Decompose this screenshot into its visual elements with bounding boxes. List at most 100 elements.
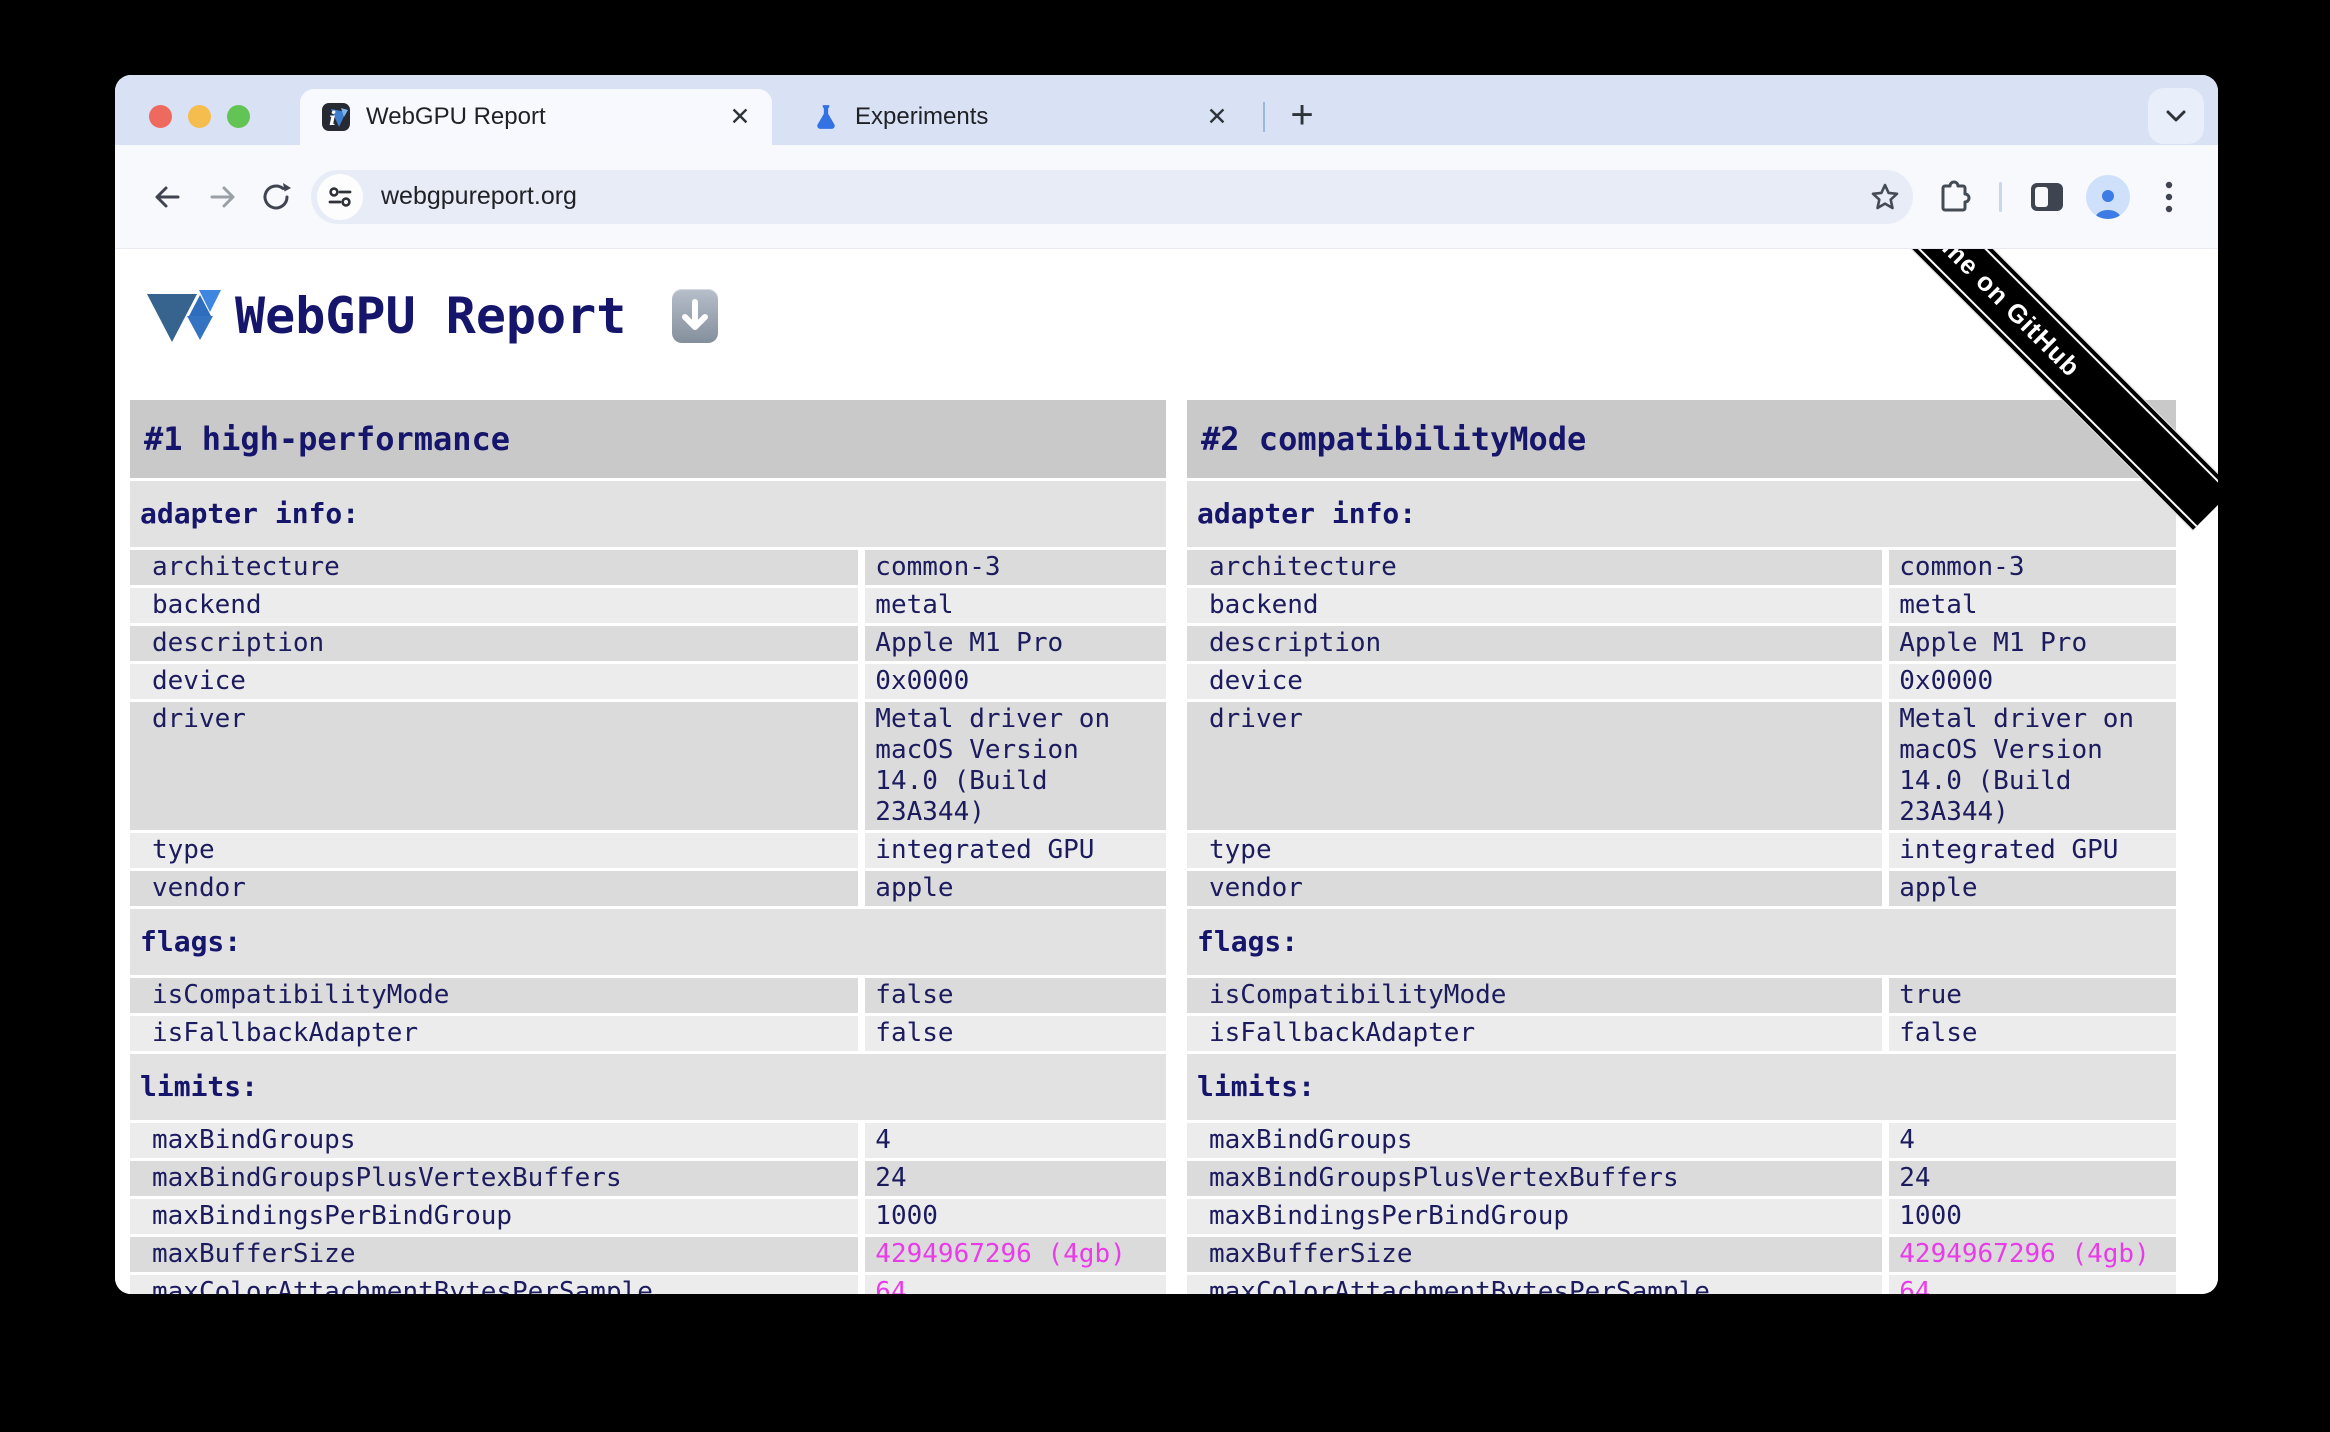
table-row: description Apple M1 Pro — [1187, 626, 2176, 661]
table-row: maxColorAttachmentBytesPerSample 64 — [130, 1275, 1166, 1294]
reload-icon — [263, 182, 291, 209]
tab-experiments[interactable]: Experiments ✕ — [787, 89, 1249, 145]
row-label: backend — [1187, 588, 1883, 623]
table-row: vendor apple — [1187, 871, 2176, 906]
extensions-button[interactable] — [1927, 170, 1981, 224]
row-value: 4 — [865, 1123, 1166, 1158]
tab-search-chevron-button[interactable] — [2148, 88, 2204, 144]
tab-close-icon[interactable]: ✕ — [722, 99, 758, 135]
row-label: driver — [1187, 702, 1883, 830]
site-settings-icon[interactable] — [317, 173, 363, 220]
row-label: isFallbackAdapter — [1187, 1016, 1883, 1051]
minimize-window-button[interactable] — [188, 105, 211, 128]
table-row: architecture common-3 — [130, 550, 1166, 585]
back-button[interactable] — [141, 170, 195, 224]
table-row: maxBindGroupsPlusVertexBuffers 24 — [1187, 1161, 2176, 1196]
row-value: false — [865, 978, 1166, 1013]
zoom-window-button[interactable] — [227, 105, 250, 128]
table-row: driver Metal driver on macOS Version 14.0… — [130, 702, 1166, 830]
page-title: WebGPU Report — [235, 287, 627, 345]
url-text[interactable]: webgpureport.org — [381, 182, 577, 211]
row-value: Apple M1 Pro — [865, 626, 1166, 661]
row-label: architecture — [130, 550, 859, 585]
webgpu-favicon-icon: i — [322, 103, 350, 131]
table-row: backend metal — [130, 588, 1166, 623]
forward-arrow-icon — [210, 186, 235, 207]
row-value: metal — [865, 588, 1166, 623]
section-title: limits: — [130, 1054, 1166, 1120]
profile-avatar[interactable] — [2086, 174, 2130, 219]
row-value: 4294967296 (4gb) — [1889, 1237, 2176, 1272]
browser-menu-button[interactable] — [2142, 170, 2196, 224]
row-label: type — [1187, 833, 1883, 868]
row-label: description — [130, 626, 859, 661]
table-row: device 0x0000 — [1187, 664, 2176, 699]
table-row: maxBindGroups 4 — [1187, 1123, 2176, 1158]
row-value: Metal driver on macOS Version 14.0 (Buil… — [1889, 702, 2176, 830]
download-report-button[interactable] — [672, 289, 719, 343]
chevron-down-icon — [2166, 110, 2186, 122]
row-label: vendor — [130, 871, 859, 906]
row-label: isFallbackAdapter — [130, 1016, 859, 1051]
row-value: Metal driver on macOS Version 14.0 (Buil… — [865, 702, 1166, 830]
adapter-heading: #2 compatibilityMode — [1187, 400, 2176, 478]
row-value: true — [1889, 978, 2176, 1013]
row-value: false — [865, 1016, 1166, 1051]
section-title: flags: — [130, 909, 1166, 975]
row-value: 1000 — [865, 1199, 1166, 1234]
table-row: backend metal — [1187, 588, 2176, 623]
close-window-button[interactable] — [149, 105, 172, 128]
row-label: driver — [130, 702, 859, 830]
row-value: integrated GPU — [865, 833, 1166, 868]
table-row: maxBindingsPerBindGroup 1000 — [1187, 1199, 2176, 1234]
row-label: type — [130, 833, 859, 868]
section-title: adapter info: — [1187, 481, 2176, 547]
row-label: isCompatibilityMode — [130, 978, 859, 1013]
section-title: limits: — [1187, 1054, 2176, 1120]
table-row: driver Metal driver on macOS Version 14.0… — [1187, 702, 2176, 830]
section-title: adapter info: — [130, 481, 1166, 547]
table-row: maxColorAttachmentBytesPerSample 64 — [1187, 1275, 2176, 1294]
tab-close-icon[interactable]: ✕ — [1199, 99, 1235, 135]
new-tab-button[interactable]: + — [1275, 90, 1329, 144]
svg-text:i: i — [329, 108, 336, 130]
table-row: device 0x0000 — [130, 664, 1166, 699]
address-bar[interactable]: webgpureport.org — [311, 169, 1913, 224]
row-value: false — [1889, 1016, 2176, 1051]
page-content: WebGPU Report #1 high-performance adapter… — [115, 249, 2218, 1294]
row-label: maxBindingsPerBindGroup — [1187, 1199, 1883, 1234]
row-label: maxBindGroupsPlusVertexBuffers — [1187, 1161, 1883, 1196]
row-label: isCompatibilityMode — [1187, 978, 1883, 1013]
row-label: device — [130, 664, 859, 699]
side-panel-icon — [2031, 182, 2063, 211]
tab-strip: i WebGPU Report ✕ Experiments ✕ + — [115, 75, 2218, 145]
row-value: 0x0000 — [865, 664, 1166, 699]
bookmark-star-icon[interactable] — [1869, 181, 1901, 213]
flask-icon — [813, 103, 839, 131]
tab-title: Experiments — [855, 103, 989, 130]
table-row: maxBufferSize 4294967296 (4gb) — [1187, 1237, 2176, 1272]
tab-title: WebGPU Report — [366, 103, 546, 130]
forward-button[interactable] — [195, 170, 249, 224]
row-value: apple — [1889, 871, 2176, 906]
row-value: metal — [1889, 588, 2176, 623]
row-value: apple — [865, 871, 1166, 906]
tab-webgpu-report[interactable]: i WebGPU Report ✕ — [300, 89, 772, 145]
row-label: maxBufferSize — [130, 1237, 859, 1272]
side-panel-button[interactable] — [2020, 170, 2074, 224]
row-value: 24 — [1889, 1161, 2176, 1196]
row-label: device — [1187, 664, 1883, 699]
toolbar-action-icons — [1927, 170, 2196, 224]
row-value: 0x0000 — [1889, 664, 2176, 699]
table-row: maxBufferSize 4294967296 (4gb) — [130, 1237, 1166, 1272]
row-value: 24 — [865, 1161, 1166, 1196]
table-row: type integrated GPU — [130, 833, 1166, 868]
row-value: common-3 — [865, 550, 1166, 585]
table-row: maxBindGroups 4 — [130, 1123, 1166, 1158]
reload-button[interactable] — [249, 170, 303, 224]
row-label: maxBufferSize — [1187, 1237, 1883, 1272]
row-label: maxColorAttachmentBytesPerSample — [1187, 1275, 1883, 1294]
table-row: isCompatibilityMode false — [130, 978, 1166, 1013]
browser-toolbar: webgpureport.org — [115, 145, 2218, 249]
table-row: isFallbackAdapter false — [130, 1016, 1166, 1051]
